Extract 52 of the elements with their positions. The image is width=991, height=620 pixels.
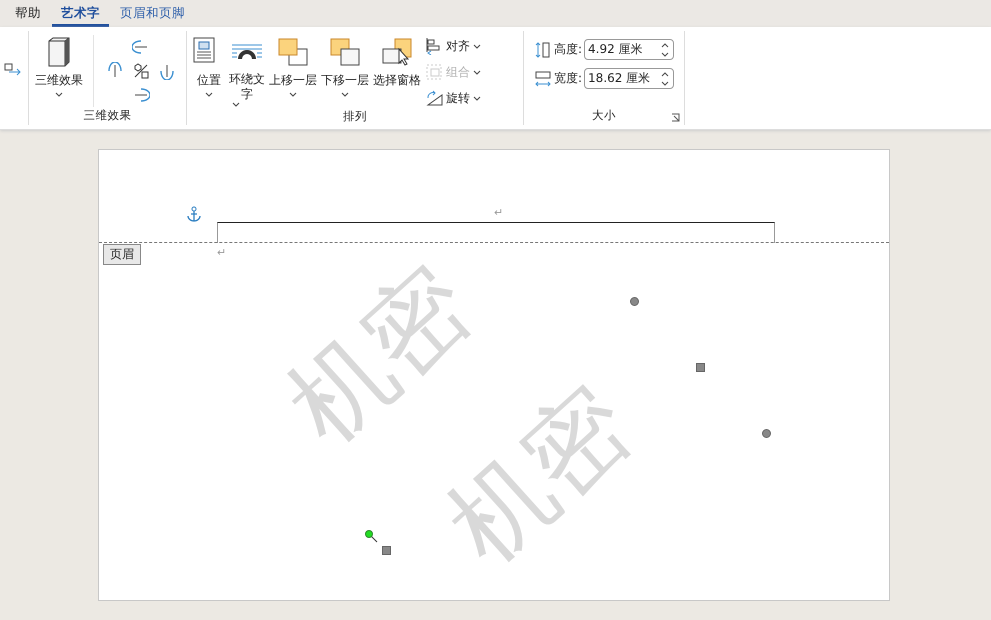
width-icon bbox=[534, 70, 552, 88]
header-label: 页眉 bbox=[103, 244, 141, 265]
three-d-effects-button[interactable]: 三维效果 bbox=[33, 35, 85, 99]
paragraph-mark: ↵ bbox=[217, 246, 226, 259]
spin-field[interactable]: 4.92 厘米 bbox=[584, 39, 674, 60]
wrap-icon bbox=[231, 42, 263, 62]
shape-arrow-icon bbox=[4, 63, 22, 77]
caret-icon bbox=[205, 92, 213, 97]
tilt-left-icon bbox=[106, 62, 124, 80]
resize-handle[interactable] bbox=[382, 546, 391, 555]
ribbon-button[interactable]: 选择窗格 bbox=[371, 35, 423, 99]
backward-icon bbox=[329, 37, 361, 67]
cube-toggle-icon bbox=[132, 62, 150, 80]
ribbon-button[interactable]: 上移一层 bbox=[267, 35, 319, 99]
ribbon-button[interactable]: 对齐 bbox=[425, 37, 481, 55]
ribbon-tab[interactable]: 帮助 bbox=[6, 0, 50, 27]
caret-icon bbox=[232, 102, 240, 107]
height-label: 高度: bbox=[554, 41, 582, 58]
ribbon-button[interactable]: 环绕文字 bbox=[227, 35, 267, 109]
resize-handle[interactable] bbox=[696, 363, 705, 372]
anchor-icon bbox=[187, 206, 201, 222]
resize-handle[interactable] bbox=[630, 297, 639, 306]
forward-icon bbox=[277, 37, 309, 67]
caret-icon bbox=[473, 44, 481, 48]
caret-icon bbox=[473, 70, 481, 74]
pane-icon bbox=[381, 37, 413, 67]
caret-icon bbox=[473, 96, 481, 100]
group-title: 三维效果 bbox=[84, 108, 132, 124]
rotation-handle-icon bbox=[365, 530, 379, 544]
spin-arrows-icon bbox=[661, 72, 670, 86]
tilt-right-icon bbox=[158, 62, 176, 80]
paragraph-mark: ↵ bbox=[494, 206, 504, 219]
group-title: 大小 bbox=[592, 108, 616, 124]
tilt-up-icon bbox=[132, 38, 150, 56]
dialog-launcher-icon bbox=[671, 113, 680, 122]
height-icon bbox=[534, 40, 552, 58]
spin-field[interactable]: 18.62 厘米 bbox=[584, 68, 674, 89]
width-label: 宽度: bbox=[554, 70, 582, 87]
group-icon bbox=[425, 63, 443, 81]
group-title: 排列 bbox=[343, 109, 367, 125]
caret-icon bbox=[341, 92, 349, 97]
ribbon-button[interactable]: 旋转 bbox=[425, 89, 481, 107]
ribbon-tab[interactable]: 页眉和页脚 bbox=[111, 0, 194, 27]
rotate-icon bbox=[425, 89, 443, 107]
tilt-down-icon bbox=[132, 86, 150, 104]
ribbon-button[interactable]: 位置 bbox=[191, 35, 227, 99]
caret-icon bbox=[55, 92, 63, 97]
spin-arrows-icon bbox=[661, 42, 670, 56]
book-box-icon bbox=[46, 37, 72, 67]
resize-handle[interactable] bbox=[762, 429, 771, 438]
caret-icon bbox=[289, 92, 297, 97]
ribbon-button[interactable]: 下移一层 bbox=[319, 35, 371, 99]
